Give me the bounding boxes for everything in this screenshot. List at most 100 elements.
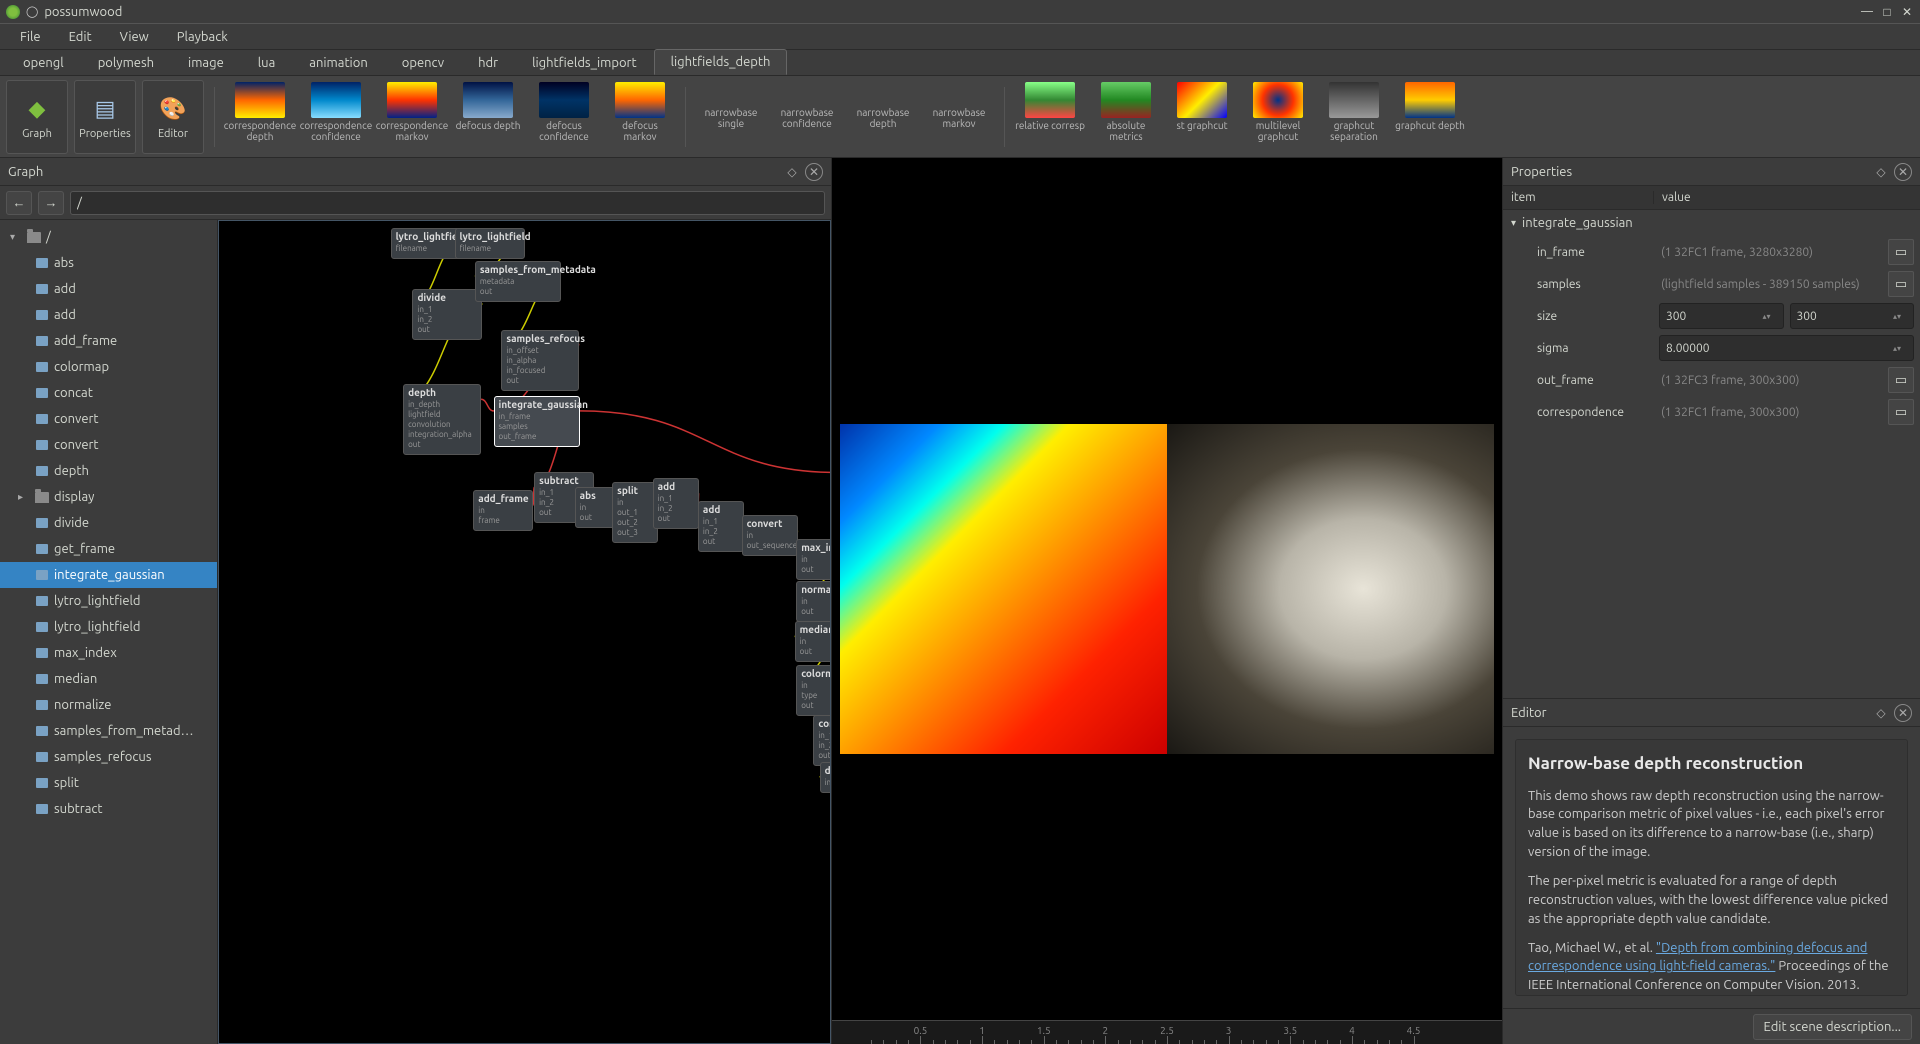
tree-item-concat[interactable]: concat: [0, 380, 217, 406]
property-input-size[interactable]: 300▴▾: [1659, 303, 1784, 329]
sample-narrowbase-single[interactable]: narrowbase single: [696, 80, 766, 154]
graph-node-split[interactable]: splitinout_1out_2out_3: [612, 482, 658, 543]
nav-back-button[interactable]: ←: [6, 191, 32, 215]
tab-polymesh[interactable]: polymesh: [81, 50, 171, 75]
tree-item-abs[interactable]: abs: [0, 250, 217, 276]
graph-node-depth[interactable]: depthin_depthlightfieldconvolutionintegr…: [403, 384, 481, 455]
sample-narrowbase-confidence[interactable]: narrowbase confidence: [772, 80, 842, 154]
graph-node-lytro_lightfield[interactable]: lytro_lightfieldfilename: [391, 228, 461, 259]
tab-opencv[interactable]: opencv: [385, 50, 461, 75]
sample-correspondence-depth[interactable]: correspondence depth: [225, 80, 295, 154]
sample-narrowbase-markov[interactable]: narrowbase markov: [924, 80, 994, 154]
tree-item-get_frame[interactable]: get_frame: [0, 536, 217, 562]
viewport[interactable]: [832, 158, 1502, 1020]
tree-item-colormap[interactable]: colormap: [0, 354, 217, 380]
sample-narrowbase-depth[interactable]: narrowbase depth: [848, 80, 918, 154]
sample-correspondence-markov[interactable]: correspondence markov: [377, 80, 447, 154]
graph-node-concat[interactable]: concatin_1in_2out: [813, 715, 831, 766]
tree-item-integrate_gaussian[interactable]: integrate_gaussian: [0, 562, 217, 588]
tree-root[interactable]: ▾/: [0, 224, 217, 250]
tree-item-lytro_lightfield[interactable]: lytro_lightfield: [0, 588, 217, 614]
property-input-size[interactable]: 300▴▾: [1790, 303, 1915, 329]
panel-close-icon[interactable]: ✕: [1894, 704, 1912, 722]
property-expand-button[interactable]: ▭: [1888, 399, 1914, 425]
menu-view[interactable]: View: [106, 26, 163, 48]
graph-node-abs[interactable]: absinout: [575, 487, 615, 528]
tool-properties[interactable]: ▤Properties: [74, 80, 136, 154]
property-expand-button[interactable]: ▭: [1888, 239, 1914, 265]
panel-detach-icon[interactable]: ◇: [783, 163, 801, 181]
tree-item-display[interactable]: ▸display: [0, 484, 217, 510]
tool-graph[interactable]: ◆Graph: [6, 80, 68, 154]
tab-lightfields_depth[interactable]: lightfields_depth: [654, 49, 788, 75]
graph-node-add_frame[interactable]: add_frameinframe: [473, 490, 533, 531]
tab-image[interactable]: image: [171, 50, 241, 75]
tab-hdr[interactable]: hdr: [461, 50, 515, 75]
spinner-icon[interactable]: ▴▾: [1893, 344, 1907, 353]
tool-editor[interactable]: 🎨Editor: [142, 80, 204, 154]
window-close-button[interactable]: ✕: [1900, 5, 1914, 19]
tree-item-divide[interactable]: divide: [0, 510, 217, 536]
tree-item-max_index[interactable]: max_index: [0, 640, 217, 666]
graph-node-add[interactable]: addin_1in_2out: [653, 478, 699, 529]
sample-multilevel-graphcut[interactable]: multilevel graphcut: [1243, 80, 1313, 154]
tree-item-subtract[interactable]: subtract: [0, 796, 217, 822]
window-maximize-button[interactable]: □: [1880, 5, 1894, 19]
node-graph-canvas[interactable]: lytro_lightfieldfilenamelytro_lightfield…: [218, 220, 831, 1044]
tab-lua[interactable]: lua: [241, 50, 293, 75]
tree-item-normalize[interactable]: normalize: [0, 692, 217, 718]
property-expand-button[interactable]: ▭: [1888, 367, 1914, 393]
tree-item-add_frame[interactable]: add_frame: [0, 328, 217, 354]
graph-node-normalize[interactable]: normalizeinout: [796, 581, 831, 622]
graph-node-samples_from_metadata[interactable]: samples_from_metadatametadataout: [475, 261, 561, 302]
sample-correspondence-confidence[interactable]: correspondence confidence: [301, 80, 371, 154]
sample-absolute-metrics[interactable]: absolute metrics: [1091, 80, 1161, 154]
sample-defocus-confidence[interactable]: defocus confidence: [529, 80, 599, 154]
sample-defocus-depth[interactable]: defocus depth: [453, 80, 523, 154]
graph-node-colormap[interactable]: colormapintypeout: [796, 665, 831, 716]
tab-lightfields_import[interactable]: lightfields_import: [515, 50, 654, 75]
property-group[interactable]: ▾ integrate_gaussian: [1503, 210, 1920, 236]
tree-item-samples_refocus[interactable]: samples_refocus: [0, 744, 217, 770]
property-expand-button[interactable]: ▭: [1888, 271, 1914, 297]
sample-graphcut-depth[interactable]: graphcut depth: [1395, 80, 1465, 154]
panel-detach-icon[interactable]: ◇: [1872, 163, 1890, 181]
tree-item-add[interactable]: add: [0, 276, 217, 302]
graph-node-divide[interactable]: dividein_1in_2out: [412, 289, 482, 340]
menu-edit[interactable]: Edit: [55, 26, 106, 48]
graph-node-median[interactable]: medianinout: [795, 621, 831, 662]
tree-item-convert[interactable]: convert: [0, 432, 217, 458]
tree-item-lytro_lightfield[interactable]: lytro_lightfield: [0, 614, 217, 640]
panel-close-icon[interactable]: ✕: [1894, 163, 1912, 181]
sample-st-graphcut[interactable]: st graphcut: [1167, 80, 1237, 154]
graph-node-samples_refocus[interactable]: samples_refocusin_offsetin_alphain_focus…: [501, 330, 579, 391]
tree-item-depth[interactable]: depth: [0, 458, 217, 484]
menu-file[interactable]: File: [6, 26, 55, 48]
panel-close-icon[interactable]: ✕: [805, 163, 823, 181]
graph-path-input[interactable]: [70, 191, 825, 215]
graph-node-integrate_gaussian[interactable]: integrate_gaussianin_framesamplesout_fra…: [494, 396, 580, 447]
tree-item-convert[interactable]: convert: [0, 406, 217, 432]
tree-item-median[interactable]: median: [0, 666, 217, 692]
graph-node-display[interactable]: displayinput: [820, 762, 831, 793]
window-minimize-button[interactable]: —: [1860, 5, 1874, 19]
sample-defocus-markov[interactable]: defocus markov: [605, 80, 675, 154]
graph-node-add[interactable]: addin_1in_2out: [698, 501, 744, 552]
graph-node-lytro_lightfield[interactable]: lytro_lightfieldfilename: [455, 228, 525, 259]
menu-playback[interactable]: Playback: [163, 26, 242, 48]
edit-scene-description-button[interactable]: Edit scene description...: [1753, 1014, 1912, 1040]
tree-item-samples_from_metad[interactable]: samples_from_metad…: [0, 718, 217, 744]
panel-detach-icon[interactable]: ◇: [1872, 704, 1890, 722]
spinner-icon[interactable]: ▴▾: [1763, 312, 1777, 321]
sample-relative-corresp[interactable]: relative corresp: [1015, 80, 1085, 154]
tree-item-split[interactable]: split: [0, 770, 217, 796]
nav-forward-button[interactable]: →: [38, 191, 64, 215]
spinner-icon[interactable]: ▴▾: [1893, 312, 1907, 321]
graph-node-max_index[interactable]: max_indexinout: [796, 539, 831, 580]
property-input-sigma[interactable]: 8.00000▴▾: [1659, 335, 1914, 361]
sample-graphcut-separation[interactable]: graphcut separation: [1319, 80, 1389, 154]
tab-animation[interactable]: animation: [292, 50, 384, 75]
graph-node-convert[interactable]: convertinout_sequence: [742, 515, 798, 556]
tab-opengl[interactable]: opengl: [6, 50, 81, 75]
tree-item-add[interactable]: add: [0, 302, 217, 328]
